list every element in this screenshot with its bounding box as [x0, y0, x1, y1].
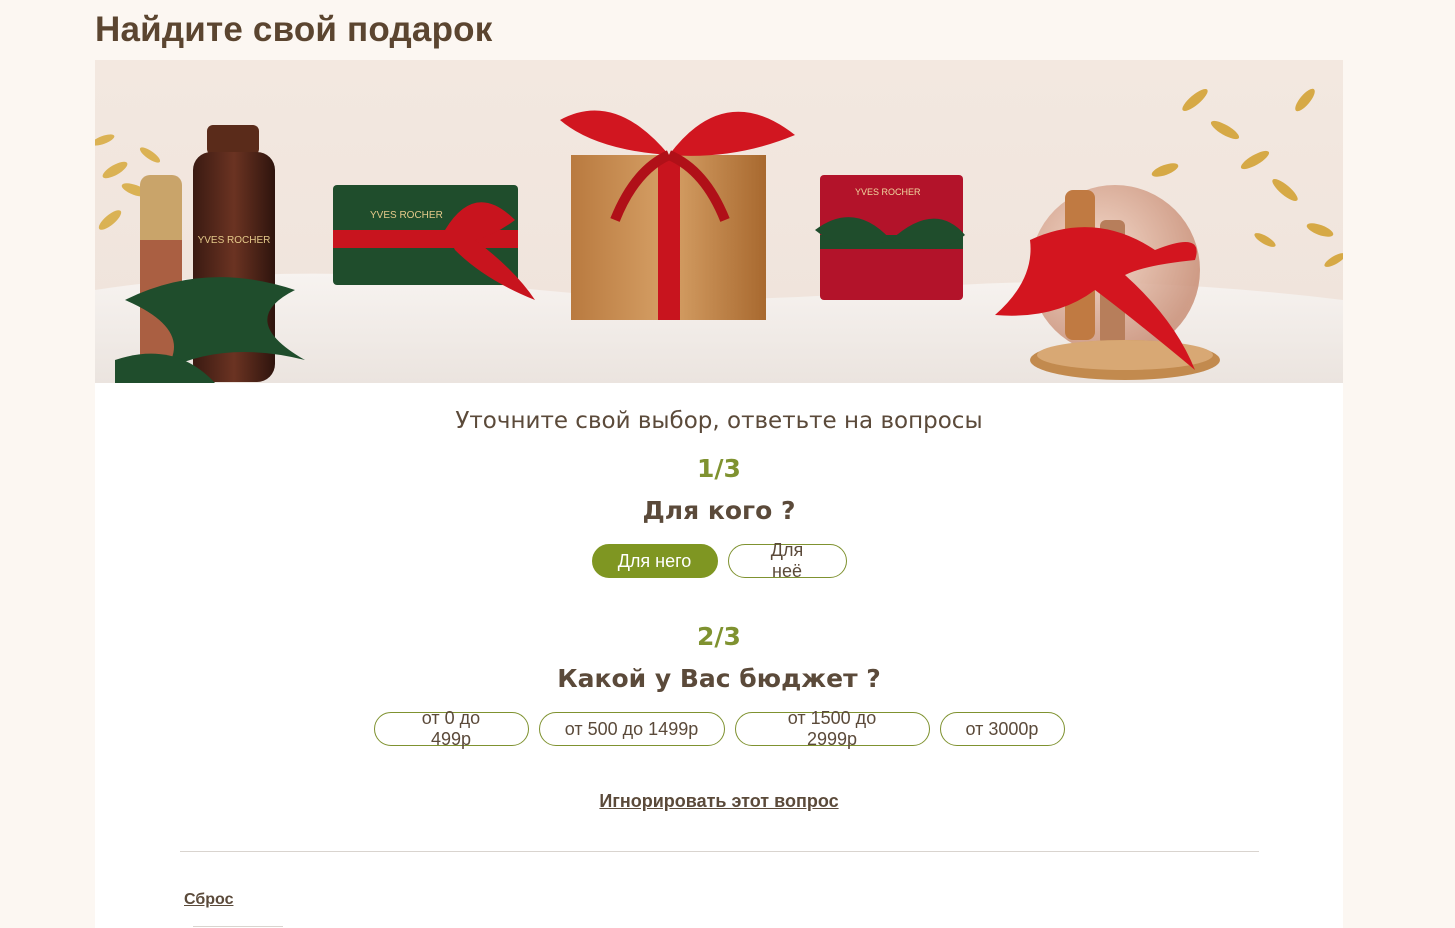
- question-1-step: 1/3: [697, 454, 741, 483]
- hero-banner: YVES ROCHER YVES ROCHER YVES ROCHER: [95, 60, 1343, 383]
- quiz-panel: YVES ROCHER YVES ROCHER YVES ROCHER Уточ…: [95, 60, 1343, 928]
- question-2-title: Какой у Вас бюджет ?: [557, 664, 881, 693]
- reset-link[interactable]: Сброс: [184, 891, 233, 909]
- quiz-intro: Уточните свой выбор, ответьте на вопросы: [455, 408, 983, 434]
- budget-3000-button[interactable]: от 3000р: [939, 712, 1065, 746]
- page-title: Найдите свой подарок: [95, 10, 493, 49]
- divider: [180, 851, 1259, 852]
- budget-500-1499-button[interactable]: от 500 до 1499р: [538, 712, 725, 746]
- budget-0-499-button[interactable]: от 0 до 499р: [373, 708, 529, 749]
- question-2-step: 2/3: [697, 622, 741, 651]
- box-brand-label: YVES ROCHER: [855, 187, 921, 197]
- reset-underbar: [193, 926, 283, 927]
- hero-banner-image: YVES ROCHER YVES ROCHER YVES ROCHER: [95, 60, 1343, 383]
- skip-question-container: Игнорировать этот вопрос: [95, 791, 1343, 812]
- question-1-title: Для кого ?: [642, 496, 796, 525]
- bottle-brand-label: YVES ROCHER: [198, 235, 271, 246]
- question-1-options: Для него Для неё: [95, 540, 1343, 581]
- skip-question-link[interactable]: Игнорировать этот вопрос: [599, 791, 838, 811]
- option-for-him-button[interactable]: Для него: [591, 544, 718, 578]
- option-for-her-button[interactable]: Для неё: [727, 540, 847, 581]
- soap-brand-label: YVES ROCHER: [370, 210, 443, 221]
- question-2-options: от 0 до 499р от 500 до 1499р от 1500 до …: [95, 708, 1343, 749]
- budget-1500-2999-button[interactable]: от 1500 до 2999р: [734, 708, 930, 749]
